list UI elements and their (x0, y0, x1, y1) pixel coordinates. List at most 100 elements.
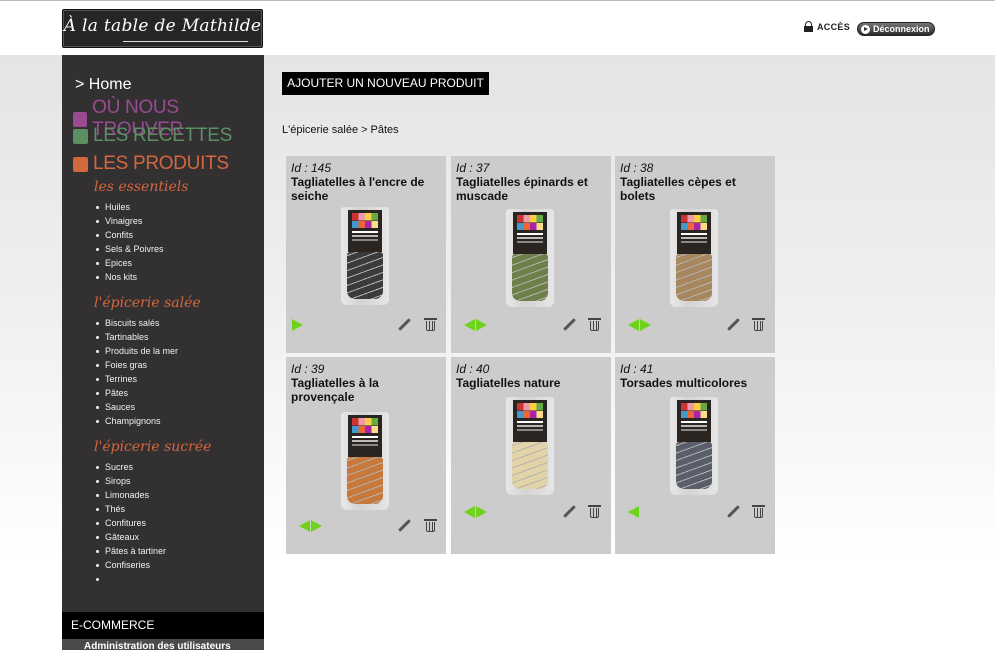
move-arrows (299, 520, 322, 532)
sidebar-item-terrines[interactable]: Terrines (95, 372, 178, 386)
breadcrumb-parent[interactable]: L'épicerie salée (282, 124, 358, 136)
edit-pencil-icon[interactable] (726, 505, 740, 519)
product-name[interactable]: Tagliatelles nature (456, 376, 608, 390)
move-right-icon[interactable] (292, 319, 303, 331)
edit-pencil-icon[interactable] (397, 318, 411, 332)
product-card: Id : 145 Tagliatelles à l'encre de seich… (286, 156, 446, 353)
sidebar-section-label: LES RECETTES (93, 125, 232, 146)
logout-button[interactable]: Déconnexion (857, 22, 935, 36)
sidebar-item-tartinables[interactable]: Tartinables (95, 330, 178, 344)
product-name[interactable]: Tagliatelles à l'encre de seiche (291, 175, 443, 203)
move-arrows (628, 319, 651, 331)
sidebar-item-thes[interactable]: Thés (95, 502, 166, 516)
sidebar-item-confitures[interactable]: Confitures (95, 516, 166, 530)
sidebar-item-sauces[interactable]: Sauces (95, 400, 178, 414)
delete-trash-icon[interactable] (424, 318, 437, 331)
product-name[interactable]: Tagliatelles cèpes et bolets (620, 175, 772, 203)
category-epicerie-sucree[interactable]: l'épicerie sucrée (94, 439, 211, 455)
category-essentiels[interactable]: les essentiels (94, 179, 188, 195)
delete-trash-icon[interactable] (424, 519, 437, 532)
sidebar-item-confiseries[interactable]: Confiseries (95, 558, 166, 572)
product-id: Id : 41 (620, 362, 654, 376)
edit-pencil-icon[interactable] (562, 318, 576, 332)
sidebar-item-epices[interactable]: Epices (95, 256, 164, 270)
sidebar-item-sels-poivres[interactable]: Sels & Poivres (95, 242, 164, 256)
sidebar-home-link[interactable]: > Home (75, 76, 131, 94)
acces-link[interactable]: ACCÈS (804, 21, 850, 32)
sidebar-section-produits[interactable]: LES PRODUITS (73, 153, 229, 175)
sidebar-item-pates[interactable]: Pâtes (95, 386, 178, 400)
move-arrows (464, 506, 487, 518)
product-card: Id : 39 Tagliatelles à la provençale (286, 357, 446, 554)
top-bar: À la table de Mathilde ACCÈS Déconnexion (0, 0, 995, 55)
product-image (506, 209, 554, 307)
move-left-icon[interactable] (464, 319, 475, 331)
delete-trash-icon[interactable] (588, 505, 601, 518)
product-name[interactable]: Torsades multicolores (620, 376, 772, 390)
edit-pencil-icon[interactable] (397, 519, 411, 533)
pasta-fill (676, 442, 712, 489)
sidebar-item-limonades[interactable]: Limonades (95, 488, 166, 502)
sidebar-item-champignons[interactable]: Champignons (95, 414, 178, 428)
sidebar-item-empty[interactable] (95, 572, 166, 586)
category-essentiels-list: Huiles Vinaigres Confits Sels & Poivres … (95, 200, 164, 284)
category-epicerie-sucree-list: Sucres Sirops Limonades Thés Confitures … (95, 460, 166, 586)
product-id: Id : 145 (291, 161, 332, 175)
pasta-fill (512, 442, 548, 489)
pasta-fill (347, 252, 383, 299)
sidebar-item-vinaigres[interactable]: Vinaigres (95, 214, 164, 228)
move-left-icon[interactable] (299, 520, 310, 532)
sidebar-section-recettes[interactable]: LES RECETTES (73, 125, 232, 147)
sidebar-item-pates-a-tartiner[interactable]: Pâtes à tartiner (95, 544, 166, 558)
product-card: Id : 41 Torsades multicolores (615, 357, 775, 554)
sidebar-item-foies-gras[interactable]: Foies gras (95, 358, 178, 372)
breadcrumb-separator: > (361, 124, 368, 136)
pasta-fill (676, 254, 712, 301)
site-logo[interactable]: À la table de Mathilde (62, 9, 263, 48)
edit-pencil-icon[interactable] (726, 318, 740, 332)
move-arrows (464, 319, 487, 331)
sidebar-item-huiles[interactable]: Huiles (95, 200, 164, 214)
move-right-icon[interactable] (311, 520, 322, 532)
admin-users-link[interactable]: Administration des utilisateurs (62, 639, 264, 650)
move-right-icon[interactable] (476, 319, 487, 331)
product-image (506, 397, 554, 495)
move-left-icon[interactable] (464, 506, 475, 518)
sidebar-item-produits-de-la-mer[interactable]: Produits de la mer (95, 344, 178, 358)
sidebar-item-sirops[interactable]: Sirops (95, 474, 166, 488)
acces-label: ACCÈS (817, 21, 851, 32)
move-right-icon[interactable] (640, 319, 651, 331)
move-right-icon[interactable] (476, 506, 487, 518)
breadcrumb: L'épicerie salée > Pâtes (282, 124, 399, 136)
product-image (341, 207, 389, 305)
category-epicerie-salee[interactable]: l'épicerie salée (94, 295, 201, 311)
pasta-fill (512, 254, 548, 301)
sidebar-item-nos-kits[interactable]: Nos kits (95, 270, 164, 284)
move-left-icon[interactable] (628, 506, 639, 518)
delete-trash-icon[interactable] (752, 505, 765, 518)
add-product-button[interactable]: AJOUTER UN NOUVEAU PRODUIT (282, 72, 489, 95)
delete-trash-icon[interactable] (588, 318, 601, 331)
category-epicerie-salee-list: Biscuits salés Tartinables Produits de l… (95, 316, 178, 428)
move-left-icon[interactable] (628, 319, 639, 331)
sidebar-item-gateaux[interactable]: Gâteaux (95, 530, 166, 544)
move-arrows (292, 319, 303, 331)
product-name[interactable]: Tagliatelles épinards et muscade (456, 175, 608, 203)
sidebar-item-biscuits-sales[interactable]: Biscuits salés (95, 316, 178, 330)
ecommerce-header[interactable]: E-COMMERCE (62, 612, 264, 639)
product-id: Id : 38 (620, 161, 654, 175)
move-arrows (628, 506, 639, 518)
product-image (670, 397, 718, 495)
logout-label: Déconnexion (873, 24, 930, 34)
lock-icon (804, 21, 813, 32)
product-id: Id : 40 (456, 362, 490, 376)
logo-text: À la table de Mathilde (63, 16, 262, 36)
product-card: Id : 40 Tagliatelles nature (451, 357, 611, 554)
sidebar-item-sucres[interactable]: Sucres (95, 460, 166, 474)
delete-trash-icon[interactable] (752, 318, 765, 331)
product-name[interactable]: Tagliatelles à la provençale (291, 376, 443, 404)
sidebar-item-confits[interactable]: Confits (95, 228, 164, 242)
edit-pencil-icon[interactable] (562, 505, 576, 519)
square-bullet-icon (73, 156, 88, 172)
breadcrumb-current: Pâtes (370, 124, 399, 136)
